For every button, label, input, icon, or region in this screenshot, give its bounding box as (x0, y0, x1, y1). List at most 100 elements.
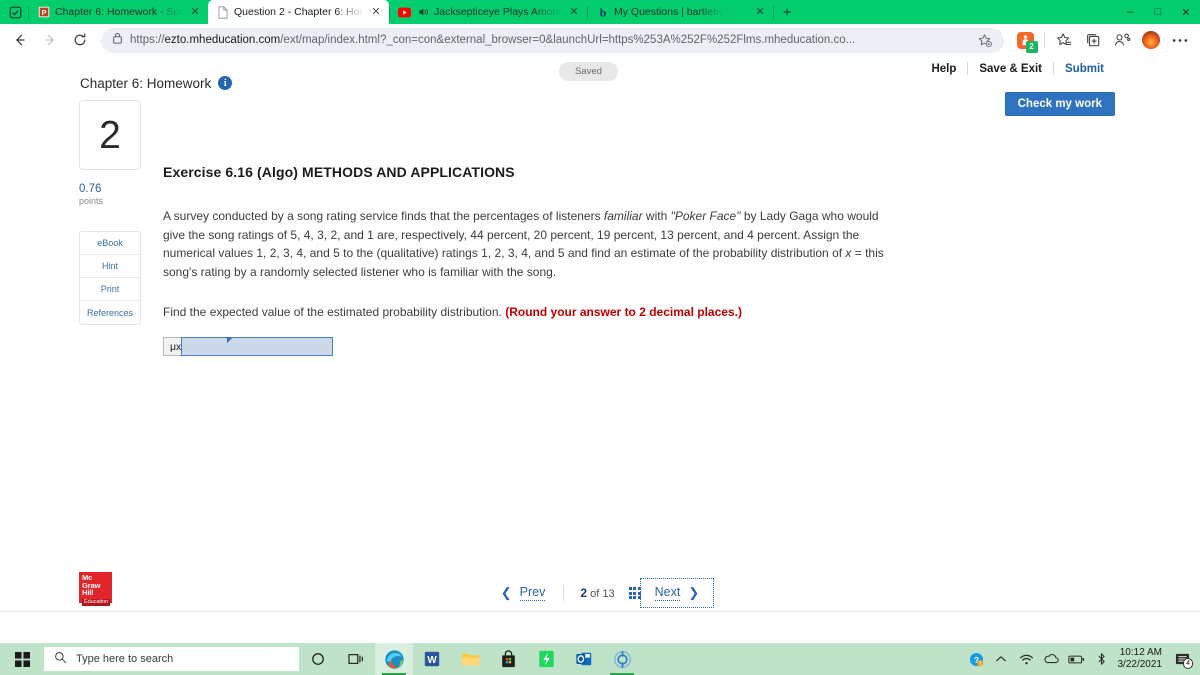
lock-icon (112, 31, 123, 49)
browser-tab-4[interactable]: b My Questions | bartleby ✕ (588, 0, 773, 24)
bartleby-icon: b (596, 6, 609, 18)
pager-divider (563, 585, 565, 601)
audio-playing-icon[interactable] (416, 6, 429, 19)
browser-tab-2-active[interactable]: Question 2 - Chapter 6: Homewo... ✕ (208, 0, 389, 24)
notification-center-icon[interactable]: 4 (1170, 643, 1194, 675)
rail-item-references[interactable]: References (80, 301, 140, 324)
answer-input[interactable] (181, 337, 334, 356)
taskbar-search[interactable]: Type here to search (44, 647, 299, 671)
youtube-icon (398, 6, 411, 19)
help-button[interactable]: Help (920, 63, 967, 75)
tab-strip: P Chapter 6: Homework - Spring 2... ✕ Qu… (0, 0, 1200, 24)
more-options-icon[interactable] (1166, 27, 1194, 53)
address-bar[interactable]: https://ezto.mheducation.com/ext/map/ind… (101, 27, 1004, 53)
question-number-box: 2 (79, 100, 141, 170)
rail-item-ebook[interactable]: eBook (80, 232, 140, 255)
profile-settings-icon[interactable] (1108, 27, 1136, 53)
tab-close-icon[interactable]: ✕ (753, 5, 767, 19)
taskbar-clock[interactable]: 10:12 AM 3/22/2021 (1114, 647, 1171, 671)
page-title: Chapter 6: Homework (80, 75, 212, 91)
tab-close-icon[interactable]: ✕ (188, 5, 202, 19)
points-label: points (79, 196, 104, 206)
taskbar-app-edge[interactable] (375, 643, 413, 675)
exercise-title: Exercise 6.16 (Algo) METHODS AND APPLICA… (163, 164, 515, 180)
taskbar-app-file-explorer[interactable] (451, 643, 489, 675)
extension-badge-count: 2 (1025, 40, 1038, 53)
browser-toolbar: 2 (1011, 27, 1194, 53)
rail-item-hint[interactable]: Hint (80, 255, 140, 278)
tab-actions-icon[interactable] (2, 0, 28, 24)
collections-icon[interactable] (1079, 27, 1107, 53)
cortana-icon[interactable] (299, 643, 337, 675)
save-and-exit-button[interactable]: Save & Exit (968, 63, 1053, 75)
tab-title: My Questions | bartleby (614, 6, 725, 18)
browser-tab-1[interactable]: P Chapter 6: Homework - Spring 2... ✕ (29, 0, 208, 24)
maximize-button[interactable]: □ (1144, 0, 1172, 24)
svg-text:P: P (41, 8, 46, 17)
next-button[interactable]: Next ❯ (639, 578, 715, 608)
question-body: Exercise 6.16 (Algo) METHODS AND APPLICA… (163, 100, 1140, 356)
taskbar-app-word[interactable]: W (413, 643, 451, 675)
points-block: 0.76 points (79, 183, 103, 206)
task-view-icon[interactable] (337, 643, 375, 675)
refresh-arrow-icon[interactable] (66, 27, 94, 53)
prompt-emphasis-familiar: familiar (603, 209, 643, 223)
extension-grammarly-icon[interactable]: 2 (1011, 27, 1039, 53)
info-icon[interactable]: i (218, 76, 233, 90)
system-tray: ?! 10:12 AM 3/22/2021 4 (964, 643, 1200, 675)
toolbar-divider (1044, 32, 1045, 48)
new-tab-button[interactable]: + (774, 0, 800, 24)
close-button[interactable]: ✕ (1172, 0, 1200, 24)
page-content: Chapter 6: Homework i Saved Help Save & … (0, 56, 1200, 643)
show-hidden-icons-icon[interactable] (989, 643, 1014, 675)
search-icon (54, 651, 67, 667)
prev-button[interactable]: ❮ Prev (489, 581, 558, 605)
window-controls: – □ ✕ (1116, 0, 1200, 24)
taskbar-app-microsoft-store[interactable] (489, 643, 527, 675)
add-favorite-icon[interactable] (974, 30, 994, 50)
notification-count: 4 (1183, 658, 1193, 669)
avatar[interactable] (1137, 27, 1165, 53)
url-text: https://ezto.mheducation.com/ext/map/ind… (130, 34, 856, 46)
page-of: of (590, 588, 600, 600)
start-button[interactable] (0, 643, 44, 675)
question-prompt: A survey conducted by a song rating serv… (163, 207, 903, 281)
battery-icon[interactable] (1064, 643, 1089, 675)
minimize-button[interactable]: – (1116, 0, 1144, 24)
question-grid-icon[interactable] (628, 587, 641, 599)
tab-close-icon[interactable]: ✕ (369, 5, 383, 19)
sub-prompt-text: Find the expected value of the estimated… (163, 305, 502, 319)
page-total: 13 (602, 588, 615, 600)
rounding-note: (Round your answer to 2 decimal places.) (505, 305, 742, 319)
clock-date: 3/22/2021 (1117, 659, 1163, 670)
chevron-right-icon: ❯ (688, 585, 700, 600)
taskbar-app-shazam[interactable] (527, 643, 565, 675)
bluetooth-icon[interactable] (1089, 643, 1114, 675)
tab-title: Jacksepticeye Plays Among ... (434, 6, 562, 18)
browser-tab-3[interactable]: Jacksepticeye Plays Among ... ✕ (390, 0, 587, 24)
tab-close-icon[interactable]: ✕ (567, 5, 581, 19)
chevron-left-icon: ❮ (500, 585, 512, 600)
back-arrow-icon[interactable] (6, 27, 34, 53)
favorites-icon[interactable] (1050, 27, 1078, 53)
rail-item-print[interactable]: Print (80, 278, 140, 301)
svg-text:W: W (427, 655, 437, 666)
help-status-icon[interactable]: ?! (964, 643, 989, 675)
prompt-part-1: A survey conducted by a song rating serv… (163, 209, 604, 223)
taskbar-app-outlook[interactable] (565, 643, 603, 675)
footer-divider (0, 611, 1200, 612)
sub-prompt: Find the expected value of the estimated… (163, 305, 1140, 319)
points-value: 0.76 (79, 183, 102, 195)
tab-title: Chapter 6: Homework - Spring 2... (55, 6, 183, 18)
navigation-bar: https://ezto.mheducation.com/ext/map/ind… (0, 24, 1200, 56)
tab-title: Question 2 - Chapter 6: Homewo... (234, 6, 364, 18)
input-caret-marker (227, 338, 232, 343)
page-count: 2 of 13 (570, 586, 624, 600)
onedrive-icon[interactable] (1039, 643, 1064, 675)
submit-button[interactable]: Submit (1054, 63, 1115, 75)
resource-rail: eBook Hint Print References (79, 231, 141, 325)
svg-text:b: b (599, 7, 605, 18)
answer-wrapper: μx (163, 337, 1140, 356)
taskbar-app-sync[interactable] (603, 643, 641, 675)
wifi-icon[interactable] (1014, 643, 1039, 675)
